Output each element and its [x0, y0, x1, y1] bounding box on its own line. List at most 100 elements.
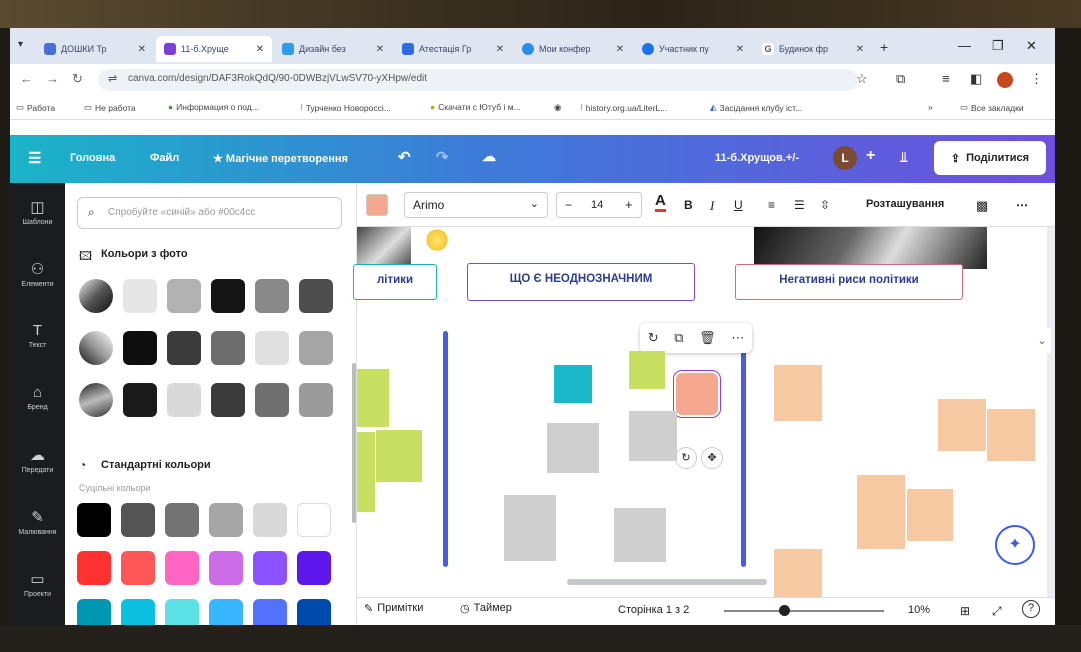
- url-field[interactable]: ⇌ canva.com/design/DAF3RokQdQ/90-0DWBzjV…: [98, 69, 858, 91]
- sticky-note[interactable]: [547, 423, 599, 473]
- more-bookmarks-icon[interactable]: »: [928, 102, 933, 112]
- zoom-slider-track[interactable]: [724, 610, 884, 612]
- color-swatch[interactable]: [123, 279, 157, 313]
- sticky-note[interactable]: [857, 475, 905, 549]
- close-icon[interactable]: ✕: [856, 44, 864, 55]
- back-icon[interactable]: ←: [20, 71, 33, 86]
- timer-button[interactable]: ◷ Таймер: [460, 602, 512, 615]
- media-icon[interactable]: ≡: [942, 71, 950, 86]
- extensions-icon[interactable]: ⧉: [896, 71, 905, 87]
- sticky-note[interactable]: [504, 495, 556, 561]
- maximize-icon[interactable]: ❐: [992, 38, 1004, 54]
- sticky-note[interactable]: [774, 365, 822, 421]
- color-swatch[interactable]: [77, 503, 111, 537]
- column-header-left[interactable]: літики: [353, 264, 437, 300]
- user-avatar[interactable]: L: [833, 146, 857, 170]
- color-swatch[interactable]: [211, 279, 245, 313]
- color-swatch[interactable]: [255, 331, 289, 365]
- bookmark-item[interactable]: ◭ Засідання клубу іст...: [710, 102, 802, 113]
- close-icon[interactable]: ✕: [736, 44, 744, 55]
- page-indicator[interactable]: Сторінка 1 з 2: [618, 604, 689, 616]
- window-close-icon[interactable]: ✕: [1026, 38, 1037, 54]
- divider-line[interactable]: [741, 345, 746, 567]
- color-swatch[interactable]: [253, 503, 287, 537]
- new-tab-icon[interactable]: +: [880, 39, 888, 55]
- color-swatch[interactable]: [165, 503, 199, 537]
- sticky-note[interactable]: [774, 549, 822, 597]
- close-icon[interactable]: ✕: [616, 44, 624, 55]
- color-swatch[interactable]: [209, 599, 243, 625]
- selected-sticky-note[interactable]: [673, 370, 721, 418]
- color-swatch[interactable]: [253, 599, 287, 625]
- sidebar-item-upload[interactable]: ☁ Передати: [10, 446, 65, 474]
- color-swatch[interactable]: [299, 383, 333, 417]
- home-button[interactable]: Головна: [70, 152, 115, 164]
- divider-line[interactable]: [443, 331, 448, 567]
- close-icon[interactable]: ✕: [376, 44, 384, 55]
- forward-icon[interactable]: →: [46, 71, 59, 86]
- color-swatch[interactable]: [211, 383, 245, 417]
- sidebar-item-brand[interactable]: ⌂ Бренд: [10, 384, 65, 411]
- color-swatch[interactable]: [77, 551, 111, 585]
- sticky-note[interactable]: [987, 409, 1035, 461]
- analytics-icon[interactable]: ⫫: [900, 149, 908, 166]
- sticky-note[interactable]: [629, 351, 665, 389]
- sidepanel-icon[interactable]: ◧: [970, 71, 982, 87]
- photo-thumbnail[interactable]: [79, 279, 113, 313]
- color-swatch[interactable]: [167, 383, 201, 417]
- arrange-button[interactable]: Розташування: [866, 198, 944, 210]
- duplicate-icon[interactable]: ⧉: [674, 330, 683, 346]
- font-size-value[interactable]: 14: [591, 199, 603, 211]
- sticky-note[interactable]: [938, 399, 986, 451]
- fill-color-swatch[interactable]: [366, 194, 388, 216]
- file-menu-button[interactable]: Файл: [150, 152, 179, 164]
- color-swatch[interactable]: [299, 331, 333, 365]
- bookmark-item[interactable]: ⁝ history.org.ua/LiterL...: [580, 102, 667, 113]
- rotate-handle-icon[interactable]: ↻: [675, 447, 697, 469]
- font-select[interactable]: Arimo ⌄: [404, 192, 548, 218]
- share-button[interactable]: ⇪ Поділитися: [934, 141, 1046, 175]
- bookmark-item[interactable]: ▭ Не работа: [84, 102, 136, 113]
- horizontal-scrollbar[interactable]: [567, 579, 767, 585]
- sidebar-item-text[interactable]: T Текст: [10, 322, 65, 349]
- list-icon[interactable]: ☰: [794, 198, 805, 212]
- text-color-icon[interactable]: A: [655, 193, 666, 212]
- sidebar-item-elements[interactable]: ⚇ Елементи: [10, 260, 65, 288]
- more-options-icon[interactable]: ⋯: [1016, 198, 1028, 212]
- color-search-input[interactable]: ⌕ Спробуйте «синій» або #00c4cc: [77, 197, 342, 229]
- hamburger-menu-icon[interactable]: ☰: [28, 149, 41, 167]
- site-info-icon[interactable]: ⇌: [108, 72, 117, 85]
- notes-button[interactable]: ✎ Примітки: [364, 602, 423, 615]
- color-swatch[interactable]: [121, 551, 155, 585]
- sidebar-item-draw[interactable]: ✎ Малювання: [10, 508, 65, 536]
- color-swatch[interactable]: [297, 551, 331, 585]
- sticky-note[interactable]: [907, 489, 953, 541]
- color-swatch[interactable]: [209, 503, 243, 537]
- color-swatch[interactable]: [77, 599, 111, 625]
- tab-doshky[interactable]: ДОШКИ Тр ✕: [36, 36, 154, 62]
- delete-icon[interactable]: 🗑: [699, 330, 716, 346]
- increase-icon[interactable]: +: [625, 197, 633, 212]
- zoom-level[interactable]: 10%: [908, 604, 930, 616]
- tab-attestation[interactable]: Атестація Гр ✕: [394, 36, 512, 62]
- tab-search-icon[interactable]: ▾: [18, 39, 23, 50]
- sticky-note[interactable]: [629, 411, 677, 461]
- document-title[interactable]: 11-б.Хрущов.+/-: [715, 152, 799, 164]
- color-swatch[interactable]: [167, 279, 201, 313]
- sticky-note[interactable]: [376, 430, 422, 482]
- color-swatch[interactable]: [121, 599, 155, 625]
- decrease-icon[interactable]: −: [565, 198, 572, 212]
- photo-image[interactable]: [754, 227, 987, 269]
- sticky-note[interactable]: [614, 508, 666, 562]
- underline-icon[interactable]: U: [734, 198, 743, 212]
- column-header-right[interactable]: Негативні риси політики: [735, 264, 963, 300]
- align-icon[interactable]: ≡: [768, 198, 775, 212]
- photo-thumbnail[interactable]: [79, 383, 113, 417]
- column-header-center[interactable]: ЩО Є НЕОДНОЗНАЧНИМ: [467, 263, 695, 301]
- sidebar-item-projects[interactable]: ▭ Проекти: [10, 570, 65, 598]
- tab-design[interactable]: Дизайн без ✕: [274, 36, 392, 62]
- sidebar-item-templates[interactable]: ◫ Шаблони: [10, 198, 65, 226]
- rotate-icon[interactable]: ↻: [648, 330, 659, 346]
- color-swatch[interactable]: [297, 599, 331, 625]
- side-scroll-handle-icon[interactable]: ⌄: [1033, 328, 1051, 354]
